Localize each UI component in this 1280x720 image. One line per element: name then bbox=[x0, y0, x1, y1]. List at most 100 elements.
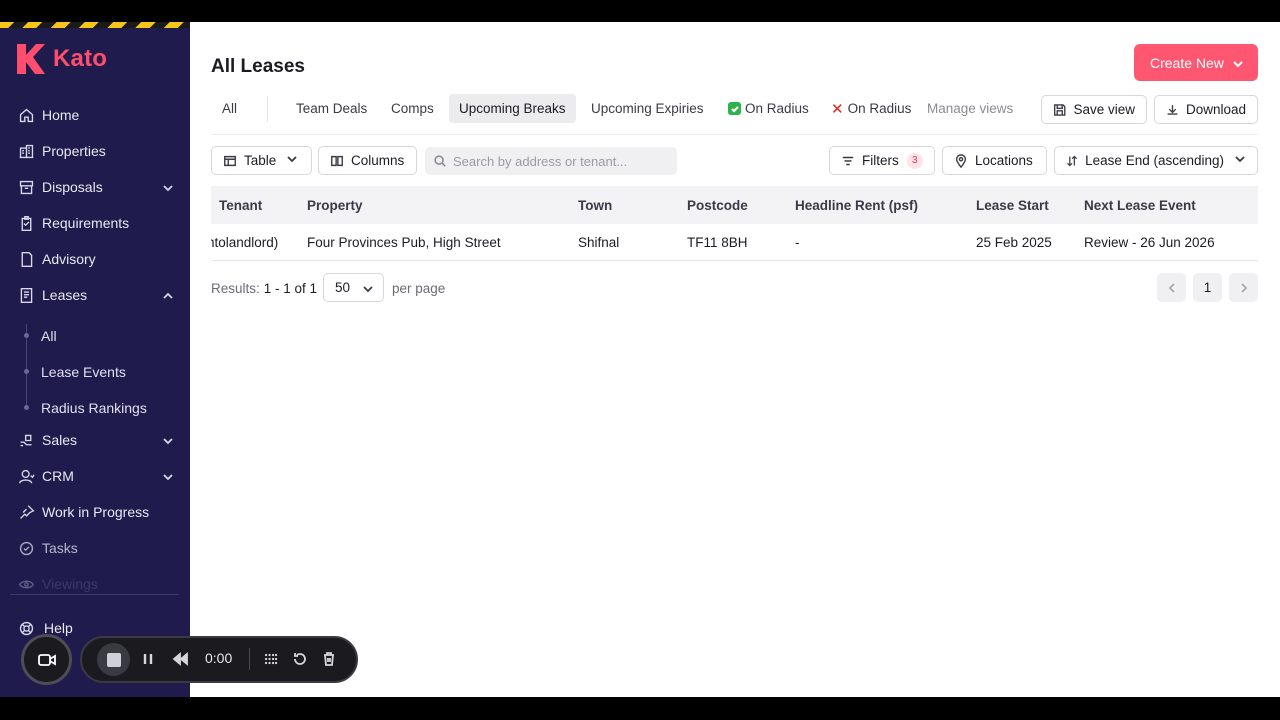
per-page-value: 50 bbox=[335, 280, 351, 295]
trash-icon bbox=[324, 652, 334, 666]
rewind-button[interactable] bbox=[171, 650, 189, 668]
tab-team-deals[interactable]: Team Deals bbox=[286, 94, 377, 123]
sales-icon bbox=[18, 432, 35, 449]
pause-button[interactable] bbox=[139, 650, 157, 668]
sidebar-item-label: Sales bbox=[42, 432, 78, 448]
download-button[interactable]: Download bbox=[1154, 95, 1258, 124]
sidebar-subitem-radius-rankings[interactable]: Radius Rankings bbox=[0, 393, 190, 423]
tab-label: On Radius bbox=[745, 101, 809, 116]
cell-property[interactable]: Four Provinces Pub, High Street bbox=[307, 224, 501, 260]
columns-button[interactable]: Columns bbox=[318, 146, 417, 175]
table-header: Tenant Property Town Postcode Headline R… bbox=[211, 186, 1258, 224]
pin-icon bbox=[18, 504, 35, 521]
prev-page-button[interactable] bbox=[1157, 273, 1186, 302]
column-header-town[interactable]: Town bbox=[578, 186, 612, 224]
chevron-down-icon bbox=[286, 153, 298, 168]
sidebar-item-label: Tasks bbox=[42, 540, 78, 556]
kato-logo-icon bbox=[17, 44, 45, 74]
cell-next-lease-event: Review - 26 Jun 2026 bbox=[1084, 235, 1215, 250]
results-value: 1 - 1 of 1 bbox=[263, 280, 318, 296]
tab-upcoming-breaks[interactable]: Upcoming Breaks bbox=[449, 94, 576, 123]
chevron-left-icon bbox=[1168, 282, 1175, 293]
tab-label: On Radius bbox=[847, 101, 912, 116]
table-icon bbox=[224, 155, 236, 166]
tabs-divider bbox=[211, 134, 1258, 135]
screen-top-border bbox=[0, 0, 1280, 22]
camera-toggle-button[interactable] bbox=[21, 634, 72, 685]
locations-button[interactable]: Locations bbox=[942, 146, 1047, 175]
chevron-up-icon bbox=[162, 289, 174, 301]
cell-town: Shifnal bbox=[578, 235, 620, 250]
columns-icon bbox=[331, 155, 343, 166]
tab-comps[interactable]: Comps bbox=[381, 94, 444, 123]
sidebar-item-label: Advisory bbox=[42, 251, 96, 267]
locations-label: Locations bbox=[975, 153, 1033, 168]
sidebar-item-leases[interactable]: Leases bbox=[0, 280, 190, 310]
results-label: Results: bbox=[211, 280, 260, 296]
tab-all[interactable]: All bbox=[212, 94, 247, 123]
filters-count-badge: 3 bbox=[906, 152, 923, 169]
save-view-button[interactable]: Save view bbox=[1041, 95, 1147, 124]
sidebar-item-home[interactable]: Home bbox=[0, 100, 190, 130]
sidebar-item-advisory[interactable]: Advisory bbox=[0, 244, 190, 274]
pause-icon bbox=[143, 654, 153, 664]
rewind-icon bbox=[172, 652, 188, 666]
column-header-tenant[interactable]: Tenant bbox=[219, 186, 262, 224]
restart-icon bbox=[294, 653, 306, 665]
sidebar-item-label: Leases bbox=[42, 287, 88, 303]
restart-button[interactable] bbox=[291, 650, 309, 668]
search-icon bbox=[434, 155, 446, 167]
tab-on-radius-cross[interactable]: ✕ On Radius bbox=[821, 94, 921, 123]
filter-lines-icon bbox=[842, 156, 854, 165]
sidebar-item-crm[interactable]: CRM bbox=[0, 461, 190, 491]
clipboard-icon bbox=[18, 215, 35, 232]
sort-label: Lease End (ascending) bbox=[1085, 153, 1224, 168]
search-box[interactable] bbox=[425, 147, 677, 175]
columns-label: Columns bbox=[351, 153, 405, 168]
cell-tenant: ntolandlord) bbox=[211, 235, 279, 250]
sidebar-item-tasks[interactable]: Tasks bbox=[0, 533, 190, 563]
tab-on-radius-check[interactable]: On Radius bbox=[718, 94, 819, 123]
filters-button[interactable]: Filters 3 bbox=[829, 146, 935, 175]
recording-timer: 0:00 bbox=[205, 650, 233, 666]
column-header-lease-start[interactable]: Lease Start bbox=[976, 186, 1049, 224]
tab-upcoming-expiries[interactable]: Upcoming Expiries bbox=[581, 94, 714, 123]
main-content: All Leases Create New All Team Deals Com… bbox=[190, 22, 1280, 697]
cell-postcode: TF11 8BH bbox=[687, 235, 748, 250]
sidebar-item-disposals[interactable]: Disposals bbox=[0, 172, 190, 202]
column-header-postcode[interactable]: Postcode bbox=[687, 186, 748, 224]
chevron-right-icon bbox=[1240, 282, 1247, 293]
sidebar-item-work-in-progress[interactable]: Work in Progress bbox=[0, 497, 190, 527]
column-header-headline-rent[interactable]: Headline Rent (psf) bbox=[795, 186, 918, 224]
sidebar-item-sales[interactable]: Sales bbox=[0, 425, 190, 455]
delete-recording-button[interactable] bbox=[320, 650, 338, 668]
column-header-next-lease-event[interactable]: Next Lease Event bbox=[1084, 186, 1196, 224]
next-page-button[interactable] bbox=[1229, 273, 1258, 302]
sidebar-subitem-all[interactable]: All bbox=[0, 321, 190, 351]
sidebar-item-properties[interactable]: Properties bbox=[0, 136, 190, 166]
chevron-down-icon bbox=[1234, 153, 1246, 168]
page-title: All Leases bbox=[211, 56, 305, 77]
app-logo[interactable]: Kato bbox=[17, 44, 107, 74]
disposals-icon bbox=[18, 179, 35, 196]
cell-headline-rent: - bbox=[795, 235, 800, 250]
table-row[interactable]: ntolandlord) Four Provinces Pub, High St… bbox=[211, 224, 1258, 261]
per-page-select[interactable]: 50 bbox=[323, 273, 384, 302]
cross-mark-icon: ✕ bbox=[831, 100, 844, 118]
sidebar-item-requirements[interactable]: Requirements bbox=[0, 208, 190, 238]
page-number-button[interactable]: 1 bbox=[1193, 273, 1222, 302]
sidebar-subitem-lease-events[interactable]: Lease Events bbox=[0, 357, 190, 387]
results-summary: Results: 1 - 1 of 1 bbox=[211, 273, 317, 303]
drag-handle[interactable] bbox=[262, 650, 280, 668]
column-header-property[interactable]: Property bbox=[307, 186, 363, 224]
manage-views-link[interactable]: Manage views bbox=[917, 94, 1023, 123]
download-label: Download bbox=[1185, 102, 1246, 117]
sort-select[interactable]: Lease End (ascending) bbox=[1054, 146, 1258, 175]
create-new-button[interactable]: Create New bbox=[1134, 44, 1258, 81]
sidebar-item-label: Home bbox=[42, 107, 80, 123]
search-input[interactable] bbox=[453, 153, 663, 169]
sidebar-item-label: Work in Progress bbox=[42, 504, 150, 520]
view-mode-select[interactable]: Table bbox=[211, 146, 312, 175]
stop-recording-button[interactable] bbox=[97, 643, 130, 676]
sidebar-divider bbox=[10, 594, 179, 595]
